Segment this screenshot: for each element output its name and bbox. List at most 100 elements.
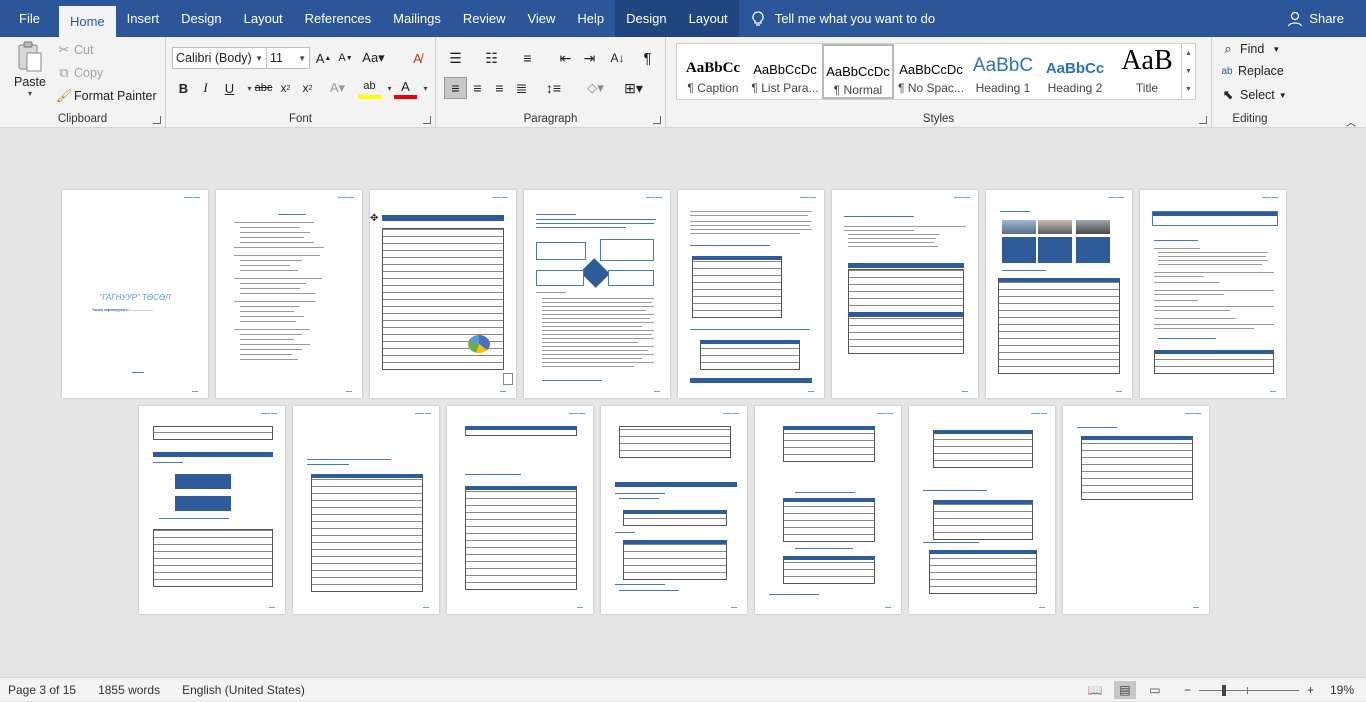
page-thumbnail[interactable]: ▬▬▬ ▬▬ ▬▬ [755,406,901,614]
subscript-icon[interactable]: x2 [274,77,297,99]
page-thumbnail[interactable]: ▬▬▬ ▬▬ ▬▬ [1063,406,1209,614]
tab-view[interactable]: View [516,0,566,37]
more-styles-icon[interactable]: ▼ [1185,86,1192,93]
style-title[interactable]: AaB Title [1111,44,1183,99]
font-name-combo[interactable]: Calibri (Body) ▼ [172,47,267,69]
tab-references[interactable]: References [294,0,382,37]
chevron-up-icon[interactable]: ▲ [1185,50,1192,57]
page-thumbnail[interactable]: ▬▬▬ ▬▬ ▬▬ [447,406,593,614]
page-thumbnail[interactable]: ▬▬▬ ▬▬ ▬▬ [293,406,439,614]
font-size-combo[interactable]: 11 ▼ [266,47,310,69]
bullets-icon[interactable]: ☰ [444,47,467,69]
superscript-icon[interactable]: x2 [296,77,319,99]
font-color-dropdown-icon[interactable]: ▾ [414,77,437,99]
increase-indent-icon[interactable]: ⇥ [578,47,601,69]
styles-launcher-icon[interactable] [1199,116,1207,124]
style-heading-1[interactable]: AaBbC Heading 1 [967,44,1039,99]
tab-design[interactable]: Design [170,0,232,37]
text-effects-icon[interactable]: A▾ [326,77,349,99]
print-layout-icon[interactable]: ▤ [1113,681,1136,699]
zoom-in-icon[interactable]: + [1307,683,1314,697]
chevron-down-icon[interactable]: ▼ [1185,68,1192,75]
styles-scrollbar[interactable]: ▲ ▼ ▼ [1181,44,1195,99]
style-list-paragraph[interactable]: AaBbCcDc ¶ List Para... [749,44,821,99]
copy-button[interactable]: ⧉ Copy [56,65,103,81]
page-thumbnail[interactable]: ▬▬▬ ▬▬ ▬▬ [139,406,285,614]
strikethrough-icon[interactable]: abc [252,77,275,99]
tab-help[interactable]: Help [566,0,615,37]
page-thumbnail[interactable]: ▬▬▬ ▬▬ ▬▬ [1140,190,1286,398]
font-launcher-icon[interactable] [423,116,431,124]
numbering-icon[interactable]: ☷ [480,47,503,69]
paste-dropdown-icon[interactable]: ▾ [28,89,32,98]
shrink-font-icon[interactable]: A ▼ [334,47,357,69]
word-count[interactable]: 1855 words [98,683,160,697]
style-heading-1-name: Heading 1 [975,81,1031,95]
tab-home[interactable]: Home [58,6,116,37]
select-button[interactable]: ⬉ Select ▼ [1220,87,1287,103]
clear-formatting-icon[interactable]: A̸ [406,47,429,69]
language-indicator[interactable]: English (United States) [182,683,305,697]
zoom-level[interactable]: 19% [1330,683,1354,697]
page-thumbnail[interactable]: ▬▬▬ ▬▬ ▬▬ [601,406,747,614]
borders-icon[interactable]: ⊞▾ [622,77,645,99]
collapse-ribbon-icon[interactable]: ︿ [1346,114,1356,129]
page-thumbnail[interactable]: ▬▬▬ ▬▬ "ГАГНУУР" ТӨСӨЛ Төсөл хэрэгжүүлэг… [62,190,208,398]
tab-table-design[interactable]: Design [615,0,678,37]
tab-mailings[interactable]: Mailings [382,0,452,37]
tell-me-box[interactable]: Tell me what you want to do [751,10,935,27]
tab-insert[interactable]: Insert [116,0,171,37]
page-thumbnail[interactable]: ▬▬▬ ▬▬ ▬▬ [216,190,362,398]
pilcrow-icon[interactable]: ¶ [636,47,659,69]
page-header: ▬▬▬ ▬▬ [800,195,816,199]
tab-file[interactable]: File [0,0,59,37]
justify-icon[interactable]: ≣ [510,77,533,99]
multilevel-list-icon[interactable]: ≡ [516,47,539,69]
style-heading-2-sample: AaBbCc [1045,60,1105,77]
find-button[interactable]: ⌕ Find ▼ [1220,41,1280,57]
style-no-spacing[interactable]: AaBbCcDc ¶ No Spac... [895,44,967,99]
tab-review[interactable]: Review [452,0,517,37]
align-right-icon[interactable]: ≡ [488,77,511,99]
tab-layout[interactable]: Layout [233,0,294,37]
style-caption[interactable]: AaBbCc ¶ Caption [677,44,749,99]
style-normal[interactable]: AaBbCcDc ¶ Normal [822,44,894,99]
zoom-slider-thumb[interactable] [1221,684,1226,696]
document-canvas[interactable]: ▬▬▬ ▬▬ "ГАГНУУР" ТӨСӨЛ Төсөл хэрэгжүүлэг… [0,128,1366,677]
replace-button[interactable]: ab Replace [1218,64,1283,78]
clipboard-launcher-icon[interactable] [153,116,161,124]
bold-icon[interactable]: B [172,77,195,99]
read-mode-icon[interactable]: 📖 [1084,681,1106,699]
page-header: ▬▬▬ ▬▬ [184,195,200,199]
page-thumbnail[interactable]: ▬▬▬ ▬▬ ✥ ▬▬ [370,190,516,398]
page-thumbnail[interactable]: ▬▬▬ ▬▬ ▬▬ [678,190,824,398]
align-left-icon[interactable]: ≡ [444,77,467,99]
italic-icon[interactable]: I [194,77,217,99]
style-heading-2[interactable]: AaBbCc Heading 2 [1039,44,1111,99]
line-spacing-icon[interactable]: ↕≡ [542,77,565,99]
shading-icon[interactable]: ◇▾ [584,77,607,99]
zoom-out-icon[interactable]: − [1184,683,1191,697]
grow-font-icon[interactable]: A ▲ [312,47,335,69]
page-thumbnail[interactable]: ▬▬▬ ▬▬ ▬▬ [909,406,1055,614]
cut-button[interactable]: ✂ Cut [56,42,94,58]
zoom-slider[interactable] [1198,684,1299,696]
web-layout-icon[interactable]: ▭ [1144,681,1166,699]
style-normal-sample: AaBbCcDc [826,64,890,79]
move-handle-icon[interactable]: ✥ [370,213,378,224]
align-center-icon[interactable]: ≡ [466,77,489,99]
page-thumbnail[interactable]: ▬▬▬ ▬▬ ▬▬ [832,190,978,398]
format-painter-button[interactable]: 🖌 Format Painter [56,88,157,104]
page-thumbnail[interactable]: ▬▬▬ ▬▬ ▬▬ [524,190,670,398]
page-count[interactable]: Page 3 of 15 [8,683,76,697]
decrease-indent-icon[interactable]: ⇤ [554,47,577,69]
page-thumbnail[interactable]: ▬▬▬ ▬▬ ▬▬ [986,190,1132,398]
paragraph-launcher-icon[interactable] [653,116,661,124]
tab-table-layout[interactable]: Layout [677,0,739,37]
page-number: ▬▬ [1116,389,1122,393]
change-case-icon[interactable]: Aa▾ [362,47,385,69]
sort-icon[interactable]: A↓ [606,47,629,69]
paste-button[interactable]: Paste ▾ [12,41,48,105]
scissors-icon: ✂ [58,42,70,57]
share-button[interactable]: Share [1287,0,1344,37]
